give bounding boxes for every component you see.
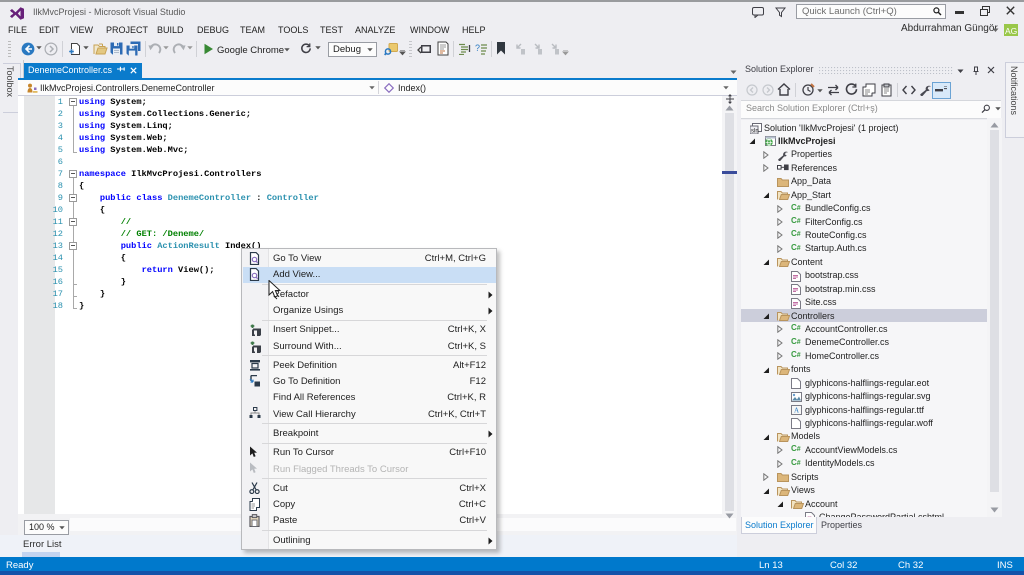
svg-text:A: A [794, 407, 799, 415]
svg-text:?: ? [475, 43, 480, 53]
svg-text:sln: sln [751, 129, 759, 135]
